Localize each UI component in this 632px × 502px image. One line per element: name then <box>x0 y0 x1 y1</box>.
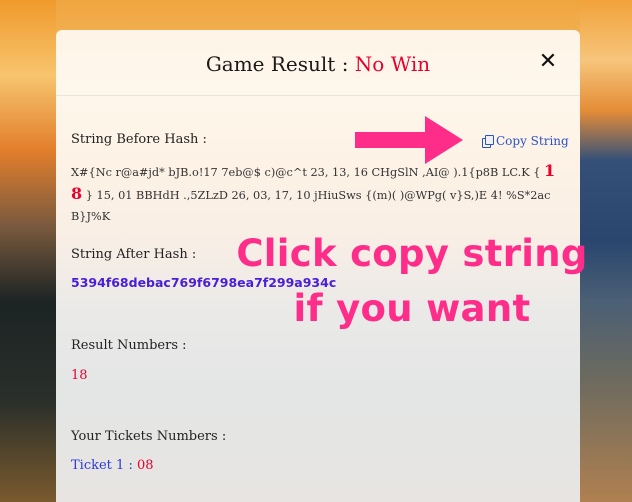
ticket-line: Ticket 1 : 08 <box>71 458 154 473</box>
string-before-hash-label: String Before Hash : <box>71 132 207 147</box>
close-button[interactable]: ✕ <box>536 50 560 74</box>
result-numbers-value: 18 <box>71 368 88 383</box>
close-icon: ✕ <box>538 49 558 74</box>
result-numbers-label: Result Numbers : <box>71 338 187 353</box>
ticket-numbers-label: Your Tickets Numbers : <box>71 429 227 444</box>
modal-title: Game Result : No Win <box>56 52 580 76</box>
hash-before-part2: } 15, 01 BBHdH .,5ZLzD 26, 03, 17, 10 jH… <box>71 189 551 223</box>
copy-string-label: Copy String <box>496 134 569 148</box>
modal-header: Game Result : No Win ✕ <box>56 30 580 96</box>
title-result: No Win <box>354 52 431 76</box>
ticket-value: 08 <box>136 458 154 473</box>
arrow-icon <box>355 116 463 164</box>
ticket-label: Ticket 1 : <box>71 458 137 473</box>
copy-string-button[interactable]: Copy String <box>482 134 569 148</box>
background-left <box>0 0 56 502</box>
annotation-line-1: Click copy string <box>236 232 588 275</box>
string-after-hash-label: String After Hash : <box>71 247 197 262</box>
copy-icon <box>482 135 494 148</box>
string-before-hash-value: X#{Nc r@a#jd* bJB.o!17 7eb@$ c)@c^t 23, … <box>71 160 566 227</box>
hash-before-part1: X#{Nc r@a#jd* bJB.o!17 7eb@$ c)@c^t 23, … <box>71 166 541 179</box>
title-prefix: Game Result : <box>205 52 355 76</box>
annotation-line-2: if you want <box>293 287 531 330</box>
